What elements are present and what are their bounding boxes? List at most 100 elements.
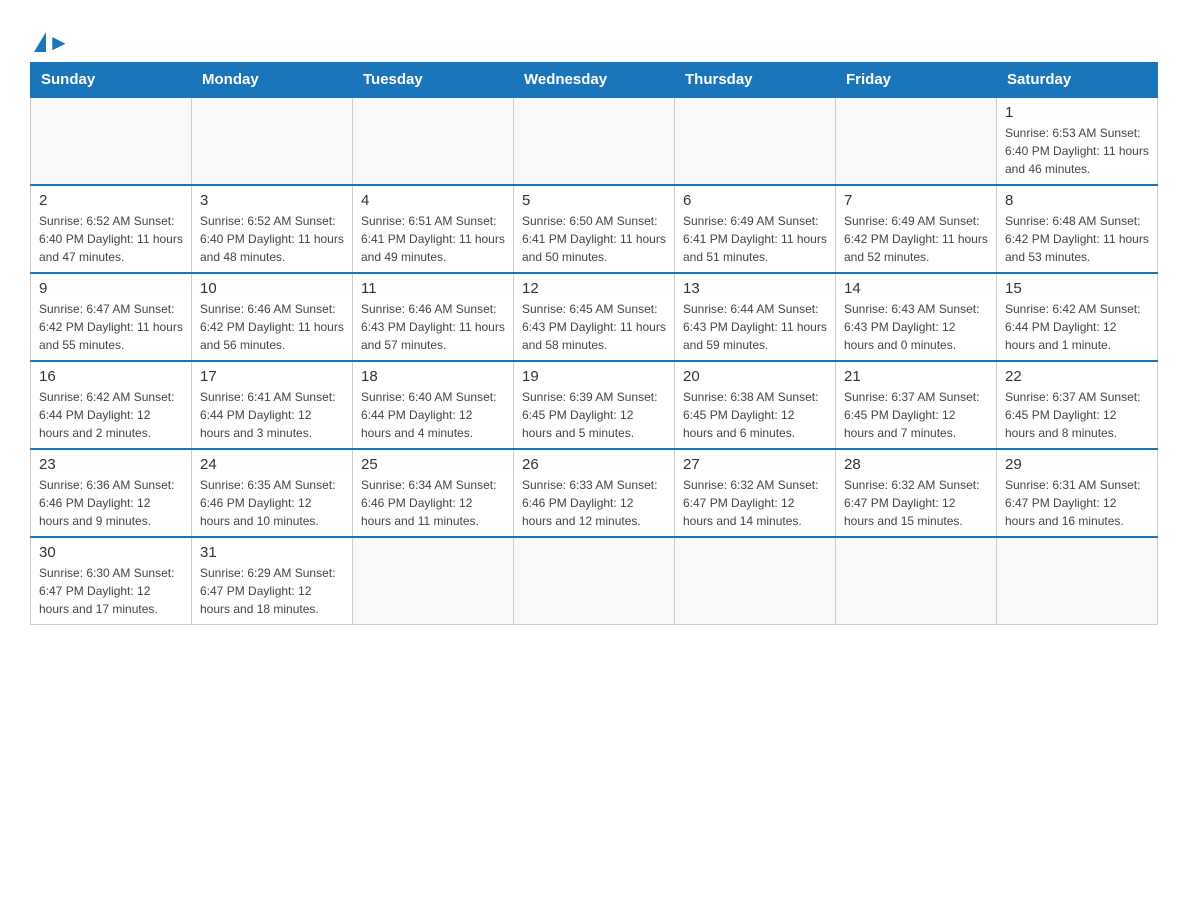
day-number: 9 [39,280,183,297]
day-info: Sunrise: 6:37 AM Sunset: 6:45 PM Dayligh… [1005,388,1149,442]
day-number: 2 [39,192,183,209]
day-info: Sunrise: 6:46 AM Sunset: 6:42 PM Dayligh… [200,300,344,354]
calendar-cell: 27 Sunrise: 6:32 AM Sunset: 6:47 PM Dayli… [675,449,836,537]
weekday-header-friday: Friday [836,63,997,98]
day-info: Sunrise: 6:47 AM Sunset: 6:42 PM Dayligh… [39,300,183,354]
day-info: Sunrise: 6:44 AM Sunset: 6:43 PM Dayligh… [683,300,827,354]
calendar-cell: 23Sunrise: 6:36 AM Sunset: 6:46 PM Dayli… [31,449,192,537]
calendar-cell: 31 Sunrise: 6:29 AM Sunset: 6:47 PM Dayli… [192,537,353,625]
calendar-cell [31,97,192,185]
weekday-header-sunday: Sunday [31,63,192,98]
day-number: 26 [522,456,666,473]
calendar-cell [514,97,675,185]
calendar-cell: 7 Sunrise: 6:49 AM Sunset: 6:42 PM Daylig… [836,185,997,273]
day-info: Sunrise: 6:30 AM Sunset: 6:47 PM Dayligh… [39,564,183,618]
day-info: Sunrise: 6:51 AM Sunset: 6:41 PM Dayligh… [361,212,505,266]
day-number: 29 [1005,456,1149,473]
calendar-cell: 3 Sunrise: 6:52 AM Sunset: 6:40 PM Daylig… [192,185,353,273]
day-info: Sunrise: 6:45 AM Sunset: 6:43 PM Dayligh… [522,300,666,354]
day-number: 3 [200,192,344,209]
calendar-cell: 8 Sunrise: 6:48 AM Sunset: 6:42 PM Daylig… [997,185,1158,273]
weekday-header-thursday: Thursday [675,63,836,98]
day-number: 16 [39,368,183,385]
calendar-cell [675,537,836,625]
day-number: 12 [522,280,666,297]
calendar-week-row: 23Sunrise: 6:36 AM Sunset: 6:46 PM Dayli… [31,449,1158,537]
day-number: 28 [844,456,988,473]
calendar-cell: 9 Sunrise: 6:47 AM Sunset: 6:42 PM Daylig… [31,273,192,361]
weekday-header-monday: Monday [192,63,353,98]
calendar-cell: 28 Sunrise: 6:32 AM Sunset: 6:47 PM Dayli… [836,449,997,537]
logo: ► [30,30,70,52]
calendar-cell: 12 Sunrise: 6:45 AM Sunset: 6:43 PM Dayli… [514,273,675,361]
day-info: Sunrise: 6:52 AM Sunset: 6:40 PM Dayligh… [39,212,183,266]
day-info: Sunrise: 6:35 AM Sunset: 6:46 PM Dayligh… [200,476,344,530]
calendar-cell: 29 Sunrise: 6:31 AM Sunset: 6:47 PM Dayli… [997,449,1158,537]
day-info: Sunrise: 6:32 AM Sunset: 6:47 PM Dayligh… [844,476,988,530]
calendar-cell: 25 Sunrise: 6:34 AM Sunset: 6:46 PM Dayli… [353,449,514,537]
day-number: 25 [361,456,505,473]
day-number: 17 [200,368,344,385]
weekday-header-wednesday: Wednesday [514,63,675,98]
day-info: Sunrise: 6:46 AM Sunset: 6:43 PM Dayligh… [361,300,505,354]
calendar-cell [514,537,675,625]
calendar-cell [353,97,514,185]
calendar-cell: 19 Sunrise: 6:39 AM Sunset: 6:45 PM Dayli… [514,361,675,449]
calendar-cell [997,537,1158,625]
day-info: Sunrise: 6:43 AM Sunset: 6:43 PM Dayligh… [844,300,988,354]
weekday-header-row: SundayMondayTuesdayWednesdayThursdayFrid… [31,63,1158,98]
day-number: 13 [683,280,827,297]
day-info: Sunrise: 6:49 AM Sunset: 6:42 PM Dayligh… [844,212,988,266]
day-number: 23 [39,456,183,473]
calendar-cell: 1 Sunrise: 6:53 AM Sunset: 6:40 PM Daylig… [997,97,1158,185]
day-info: Sunrise: 6:29 AM Sunset: 6:47 PM Dayligh… [200,564,344,618]
day-info: Sunrise: 6:38 AM Sunset: 6:45 PM Dayligh… [683,388,827,442]
day-number: 8 [1005,192,1149,209]
day-info: Sunrise: 6:32 AM Sunset: 6:47 PM Dayligh… [683,476,827,530]
day-number: 14 [844,280,988,297]
calendar-cell: 13 Sunrise: 6:44 AM Sunset: 6:43 PM Dayli… [675,273,836,361]
calendar-cell: 30 Sunrise: 6:30 AM Sunset: 6:47 PM Dayli… [31,537,192,625]
calendar-week-row: 1 Sunrise: 6:53 AM Sunset: 6:40 PM Daylig… [31,97,1158,185]
calendar-week-row: 9 Sunrise: 6:47 AM Sunset: 6:42 PM Daylig… [31,273,1158,361]
day-number: 15 [1005,280,1149,297]
day-info: Sunrise: 6:40 AM Sunset: 6:44 PM Dayligh… [361,388,505,442]
day-number: 1 [1005,104,1149,121]
day-number: 6 [683,192,827,209]
day-info: Sunrise: 6:52 AM Sunset: 6:40 PM Dayligh… [200,212,344,266]
day-info: Sunrise: 6:39 AM Sunset: 6:45 PM Dayligh… [522,388,666,442]
day-number: 31 [200,544,344,561]
day-info: Sunrise: 6:34 AM Sunset: 6:46 PM Dayligh… [361,476,505,530]
day-number: 7 [844,192,988,209]
day-number: 18 [361,368,505,385]
day-number: 20 [683,368,827,385]
day-info: Sunrise: 6:31 AM Sunset: 6:47 PM Dayligh… [1005,476,1149,530]
calendar-week-row: 30 Sunrise: 6:30 AM Sunset: 6:47 PM Dayli… [31,537,1158,625]
day-number: 30 [39,544,183,561]
calendar-cell: 26Sunrise: 6:33 AM Sunset: 6:46 PM Dayli… [514,449,675,537]
day-number: 5 [522,192,666,209]
weekday-header-saturday: Saturday [997,63,1158,98]
day-number: 19 [522,368,666,385]
calendar-cell: 10 Sunrise: 6:46 AM Sunset: 6:42 PM Dayli… [192,273,353,361]
day-info: Sunrise: 6:37 AM Sunset: 6:45 PM Dayligh… [844,388,988,442]
day-number: 11 [361,280,505,297]
day-number: 10 [200,280,344,297]
calendar-cell: 15Sunrise: 6:42 AM Sunset: 6:44 PM Dayli… [997,273,1158,361]
weekday-header-tuesday: Tuesday [353,63,514,98]
calendar-cell [675,97,836,185]
day-number: 24 [200,456,344,473]
day-info: Sunrise: 6:53 AM Sunset: 6:40 PM Dayligh… [1005,124,1149,178]
calendar-cell [836,97,997,185]
day-info: Sunrise: 6:48 AM Sunset: 6:42 PM Dayligh… [1005,212,1149,266]
day-number: 21 [844,368,988,385]
calendar-cell: 21 Sunrise: 6:37 AM Sunset: 6:45 PM Dayli… [836,361,997,449]
calendar-week-row: 16Sunrise: 6:42 AM Sunset: 6:44 PM Dayli… [31,361,1158,449]
calendar-cell: 24 Sunrise: 6:35 AM Sunset: 6:46 PM Dayli… [192,449,353,537]
day-number: 27 [683,456,827,473]
calendar-cell: 2 Sunrise: 6:52 AM Sunset: 6:40 PM Daylig… [31,185,192,273]
calendar-week-row: 2 Sunrise: 6:52 AM Sunset: 6:40 PM Daylig… [31,185,1158,273]
calendar-cell: 18 Sunrise: 6:40 AM Sunset: 6:44 PM Dayli… [353,361,514,449]
day-info: Sunrise: 6:41 AM Sunset: 6:44 PM Dayligh… [200,388,344,442]
calendar-cell: 14 Sunrise: 6:43 AM Sunset: 6:43 PM Dayli… [836,273,997,361]
